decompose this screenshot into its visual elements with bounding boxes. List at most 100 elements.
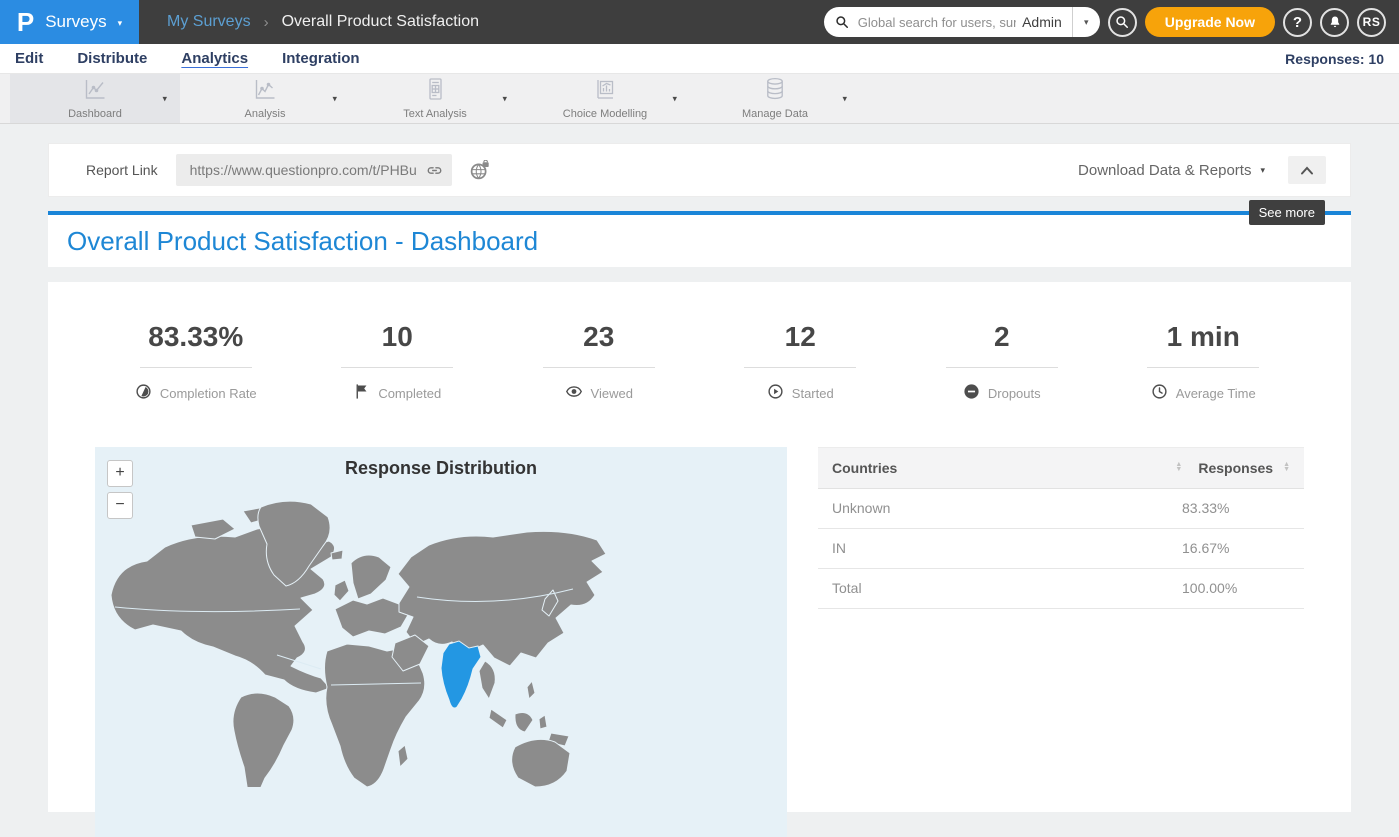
bell-icon [1328, 15, 1342, 29]
text-analysis-document-icon [422, 77, 448, 107]
analysis-chart-icon [252, 77, 278, 107]
collapse-panel-button[interactable] [1288, 156, 1326, 184]
stat-divider [1147, 367, 1259, 368]
nav-tab-edit[interactable]: Edit [15, 50, 43, 67]
topbar-actions: Admin ▾ Upgrade Now ? RS [824, 7, 1399, 37]
nav-tab-distribute[interactable]: Distribute [77, 50, 147, 67]
dashboard-chart-icon [82, 77, 108, 107]
help-button[interactable]: ? [1283, 8, 1312, 37]
borneo-shape [515, 712, 533, 732]
stat-divider [140, 367, 252, 368]
countries-table: Countries ▲ ▼ Responses ▲ ▼ Unknown 83.3… [818, 447, 1304, 837]
stat-divider [341, 367, 453, 368]
stat-divider [744, 367, 856, 368]
toolbar-item-analysis[interactable]: Analysis ▾ [180, 74, 350, 123]
column-header-responses[interactable]: Responses [1198, 460, 1273, 476]
clock-icon [1151, 383, 1168, 405]
responses-cell: 83.33% [1182, 500, 1290, 516]
global-search-input[interactable] [856, 14, 1018, 31]
madagascar-shape [398, 745, 408, 767]
content-row: Response Distribution + − [95, 447, 1304, 837]
map-title: Response Distribution [95, 447, 787, 479]
download-data-reports-menu[interactable]: Download Data & Reports [1078, 162, 1251, 179]
analysis-dropdown-caret-icon[interactable]: ▾ [332, 93, 337, 104]
scandinavia-shape [351, 555, 391, 599]
stat-label: Dropouts [988, 386, 1041, 401]
table-row: IN 16.67% [818, 529, 1304, 569]
stat-label: Started [792, 386, 834, 401]
choice-modelling-dropdown-caret-icon[interactable]: ▾ [672, 93, 677, 104]
stat-value: 83.33% [148, 322, 243, 353]
stat-label: Completed [378, 386, 441, 401]
table-row: Unknown 83.33% [818, 489, 1304, 529]
sort-icon[interactable]: ▲ ▼ [1175, 463, 1182, 472]
breadcrumb-my-surveys[interactable]: My Surveys [167, 13, 251, 31]
breadcrumb-current-survey: Overall Product Satisfaction [282, 13, 479, 31]
nav-tab-analytics[interactable]: Analytics [181, 50, 248, 67]
report-bar-actions: Download Data & Reports ▾ [1078, 156, 1326, 184]
minus-circle-icon [963, 383, 980, 405]
upgrade-now-button[interactable]: Upgrade Now [1145, 7, 1275, 37]
text-analysis-dropdown-caret-icon[interactable]: ▾ [502, 93, 507, 104]
toolbar-item-choice-modelling[interactable]: Choice Modelling ▾ [520, 74, 690, 123]
stat-value: 12 [785, 322, 816, 353]
table-row: Total 100.00% [818, 569, 1304, 609]
notifications-button[interactable] [1320, 8, 1349, 37]
see-more-tooltip: See more [1249, 200, 1325, 225]
south-america-shape [233, 693, 294, 787]
europe-shape [335, 598, 408, 637]
stat-label: Viewed [591, 386, 633, 401]
country-cell: IN [832, 540, 1182, 556]
column-header-countries[interactable]: Countries [832, 460, 1165, 476]
philippines-shape [527, 681, 535, 699]
globe-lock-icon [469, 160, 490, 181]
map-zoom-in-button[interactable]: + [107, 460, 133, 487]
nav-tab-integration[interactable]: Integration [282, 50, 360, 67]
uk-shape [334, 580, 349, 601]
map-zoom-out-button[interactable]: − [107, 492, 133, 519]
search-button[interactable] [1108, 8, 1137, 37]
world-map-canvas[interactable] [95, 447, 787, 787]
toolbar-item-text-analysis[interactable]: Text Analysis ▾ [350, 74, 520, 123]
eye-icon [565, 383, 583, 405]
breadcrumb-separator-icon: › [264, 14, 269, 31]
sort-icon[interactable]: ▲ ▼ [1283, 463, 1290, 472]
map-zoom-controls: + − [107, 460, 133, 519]
chevron-up-icon [1300, 166, 1314, 175]
download-caret-icon[interactable]: ▾ [1260, 165, 1265, 176]
stat-label: Average Time [1176, 386, 1256, 401]
response-distribution-map: Response Distribution + − [95, 447, 787, 837]
surveys-app-switcher[interactable]: P Surveys ▾ [0, 0, 139, 44]
toolbar-item-dashboard[interactable]: Dashboard ▾ [10, 74, 180, 123]
india-highlighted-shape[interactable] [441, 641, 481, 708]
questionpro-logo: P [17, 9, 34, 35]
stat-value: 23 [583, 322, 614, 353]
user-avatar[interactable]: RS [1357, 8, 1386, 37]
play-circle-icon [767, 383, 784, 405]
stat-value: 1 min [1167, 322, 1240, 353]
report-url-input[interactable] [188, 161, 426, 179]
toolbar-item-manage-data[interactable]: Manage Data ▾ [690, 74, 860, 123]
report-url-box [176, 154, 452, 186]
responses-cell: 16.67% [1182, 540, 1290, 556]
sort-down-arrow: ▼ [1283, 468, 1290, 472]
report-visibility-button[interactable] [469, 160, 490, 181]
link-icon [426, 162, 443, 179]
stat-average-time: 1 min Average Time [1103, 322, 1305, 405]
manage-data-dropdown-caret-icon[interactable]: ▾ [842, 93, 847, 104]
responses-count: Responses: 10 [1285, 51, 1384, 67]
stat-dropouts: 2 Dropouts [901, 322, 1103, 405]
search-scope-selector[interactable]: Admin [1018, 14, 1072, 30]
copy-link-button[interactable] [426, 162, 443, 179]
sulawesi-shape [539, 715, 547, 729]
country-cell: Total [832, 580, 1182, 596]
title-card: Overall Product Satisfaction - Dashboard [48, 211, 1351, 267]
australia-shape [512, 739, 570, 787]
search-scope-caret-icon[interactable]: ▾ [1073, 17, 1100, 28]
report-link-label: Report Link [86, 162, 158, 178]
countries-table-header: Countries ▲ ▼ Responses ▲ ▼ [818, 447, 1304, 489]
dashboard-dropdown-caret-icon[interactable]: ▾ [162, 93, 167, 104]
stat-value: 10 [382, 322, 413, 353]
report-link-bar: Report Link Download Data & Reports ▾ [48, 143, 1351, 197]
toolbar-item-label: Text Analysis [403, 108, 467, 120]
